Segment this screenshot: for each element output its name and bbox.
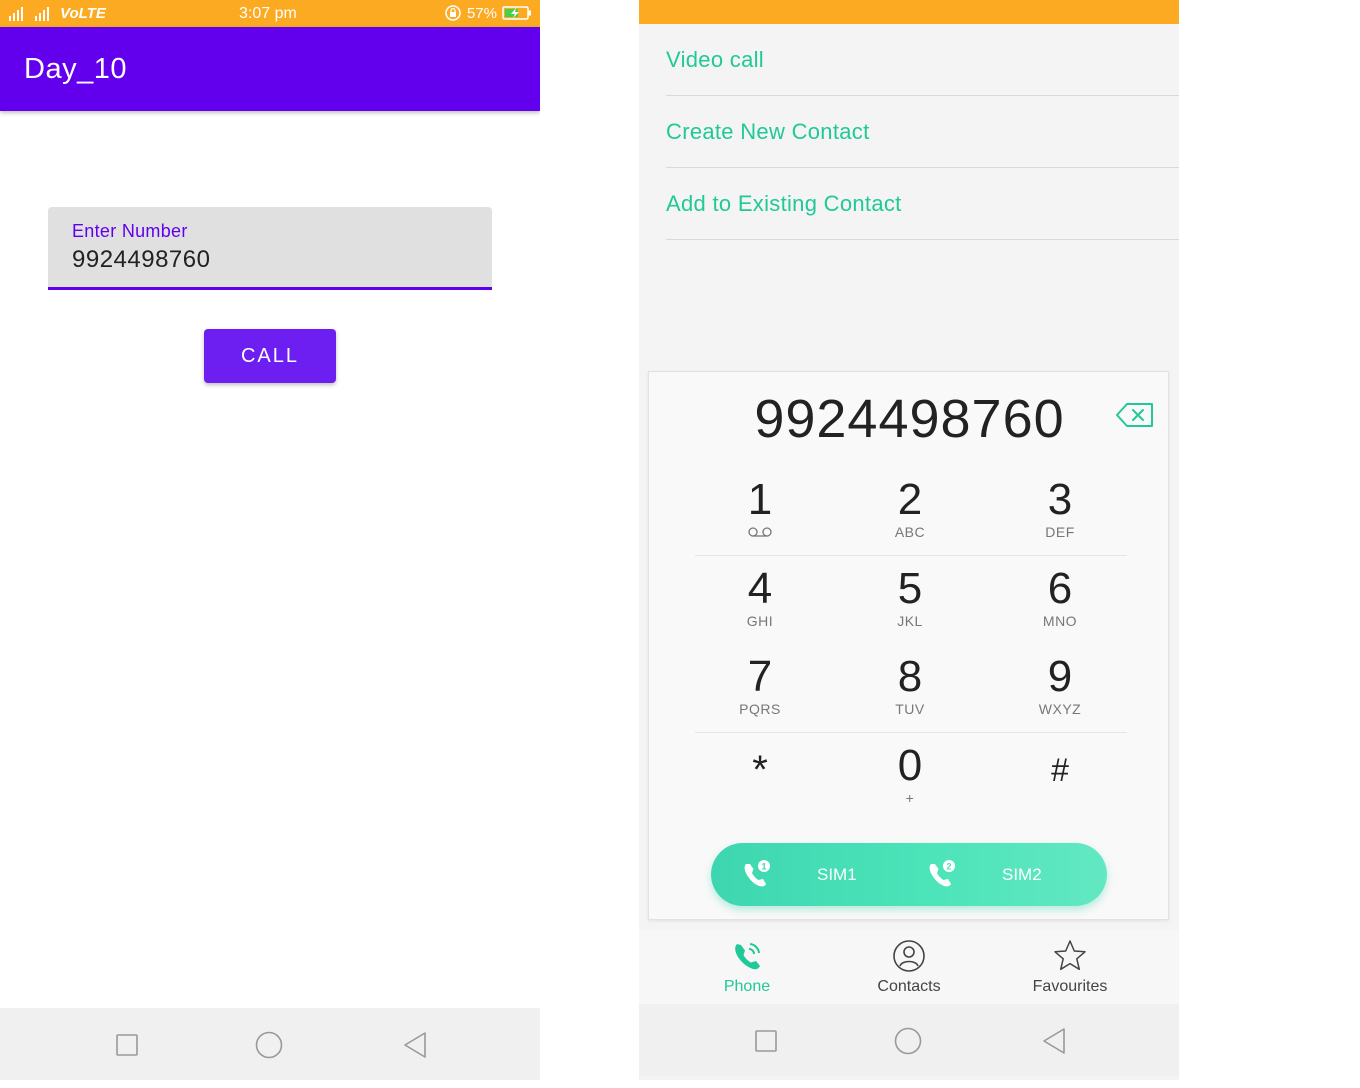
triangle-back-icon: [1043, 1028, 1065, 1054]
battery-percent: 57%: [466, 4, 497, 22]
key-letters: WXYZ: [1038, 701, 1082, 717]
system-nav-bar: [0, 1008, 540, 1080]
tab-label: Favourites: [1032, 978, 1108, 995]
sim-call-bar: 1 SIM1 2 SIM2: [711, 843, 1107, 906]
signal-indicators: VoLTE: [8, 5, 106, 22]
key-digit: #: [1051, 752, 1069, 788]
phone-sim2-icon: 2: [929, 859, 955, 886]
key-9[interactable]: 9 WXYZ: [985, 653, 1135, 741]
key-3[interactable]: 3 DEF: [985, 476, 1135, 564]
key-1[interactable]: 1: [685, 476, 835, 564]
tab-contacts[interactable]: Contacts: [849, 938, 969, 996]
key-6[interactable]: 6 MNO: [985, 565, 1135, 653]
key-7[interactable]: 7 PQRS: [685, 653, 835, 741]
menu-item-add-existing[interactable]: Add to Existing Contact: [666, 168, 1179, 240]
clock: 3:07 pm: [239, 5, 297, 22]
key-0[interactable]: 0 +: [835, 742, 985, 830]
status-right: 57%: [444, 4, 532, 22]
tab-favourites[interactable]: Favourites: [1010, 938, 1130, 996]
key-digit: 0: [897, 741, 923, 790]
dialed-number: 9924498760: [754, 389, 1065, 449]
menu-item-create-contact[interactable]: Create New Contact: [666, 96, 1179, 168]
square-icon: [755, 1030, 777, 1052]
tab-phone[interactable]: Phone: [687, 938, 807, 996]
svg-text:2: 2: [946, 861, 951, 871]
circle-icon: [894, 1027, 922, 1055]
status-bar: [639, 0, 1179, 24]
app-bar: Day_10: [0, 27, 540, 111]
sim1-call-button[interactable]: 1 SIM1: [739, 843, 857, 906]
contacts-icon: [893, 940, 925, 972]
key-digit: 5: [897, 564, 923, 613]
home-button[interactable]: [254, 1030, 284, 1060]
status-bar: VoLTE 3:07 pm 57%: [0, 0, 540, 27]
key-5[interactable]: 5 JKL: [835, 565, 985, 653]
home-button[interactable]: [893, 1026, 923, 1056]
star-icon: [1054, 940, 1086, 971]
back-button[interactable]: [400, 1030, 430, 1060]
key-letters: ABC: [894, 524, 926, 540]
key-letters: +: [905, 790, 915, 806]
key-2[interactable]: 2 ABC: [835, 476, 985, 564]
divider: [695, 555, 1127, 556]
network-type: VoLTE: [60, 5, 106, 22]
backspace-icon[interactable]: [1115, 401, 1155, 429]
phone-icon: [735, 943, 760, 970]
circle-icon: [255, 1031, 283, 1059]
menu-item-video-call[interactable]: Video call: [666, 24, 1179, 96]
key-digit: 2: [897, 475, 923, 524]
voicemail-icon: [748, 527, 772, 537]
square-icon: [116, 1034, 138, 1056]
key-letters: DEF: [1045, 524, 1075, 540]
dialpad-panel: 9924498760 1 2 ABC 3 DEF 4 GHI 5 JKL 6 M…: [648, 371, 1169, 920]
svg-text:1: 1: [761, 861, 766, 871]
number-input[interactable]: [72, 246, 462, 274]
key-digit: 7: [747, 652, 773, 701]
recents-button[interactable]: [751, 1026, 781, 1056]
dialer-screen: Video call Create New Contact Add to Exi…: [639, 0, 1179, 1080]
key-digit: 8: [897, 652, 923, 701]
call-button[interactable]: CALL: [204, 329, 336, 383]
demo-app-screen: VoLTE 3:07 pm 57% Day_10 Enter Number CA…: [0, 0, 540, 1080]
number-field-label: Enter Number: [72, 221, 188, 241]
tab-label: Contacts: [877, 978, 941, 995]
system-nav-bar: [639, 1004, 1179, 1076]
phone-sim1-icon: 1: [744, 859, 770, 886]
key-4[interactable]: 4 GHI: [685, 565, 835, 653]
triangle-back-icon: [404, 1032, 426, 1058]
back-button[interactable]: [1039, 1026, 1069, 1056]
number-text-field[interactable]: Enter Number: [48, 207, 492, 290]
key-digit: 9: [1047, 652, 1073, 701]
key-digit: 3: [1047, 475, 1073, 524]
signal-icon: [9, 6, 23, 21]
sim1-label: SIM1: [817, 864, 857, 884]
key-letters: TUV: [895, 701, 925, 717]
bottom-tab-bar: Phone Contacts Favourites: [639, 930, 1179, 1004]
key-hash[interactable]: #: [985, 742, 1135, 830]
key-letters: JKL: [897, 613, 923, 629]
rotation-lock-icon: [445, 5, 461, 21]
divider: [695, 732, 1127, 733]
key-star[interactable]: *: [685, 742, 835, 830]
key-letters: GHI: [746, 613, 774, 629]
key-letters: MNO: [1042, 613, 1078, 629]
key-digit: 6: [1047, 564, 1073, 613]
app-title: Day_10: [24, 53, 127, 85]
signal-icon: [35, 6, 49, 21]
sim2-call-button[interactable]: 2 SIM2: [924, 843, 1042, 906]
key-digit: 4: [747, 564, 773, 613]
battery-charging-icon: [502, 6, 531, 20]
key-digit: 1: [747, 475, 773, 524]
key-digit: *: [752, 748, 768, 792]
sim2-label: SIM2: [1002, 864, 1042, 884]
tab-label: Phone: [723, 978, 771, 995]
recents-button[interactable]: [112, 1030, 142, 1060]
key-8[interactable]: 8 TUV: [835, 653, 985, 741]
key-letters: PQRS: [739, 701, 781, 717]
